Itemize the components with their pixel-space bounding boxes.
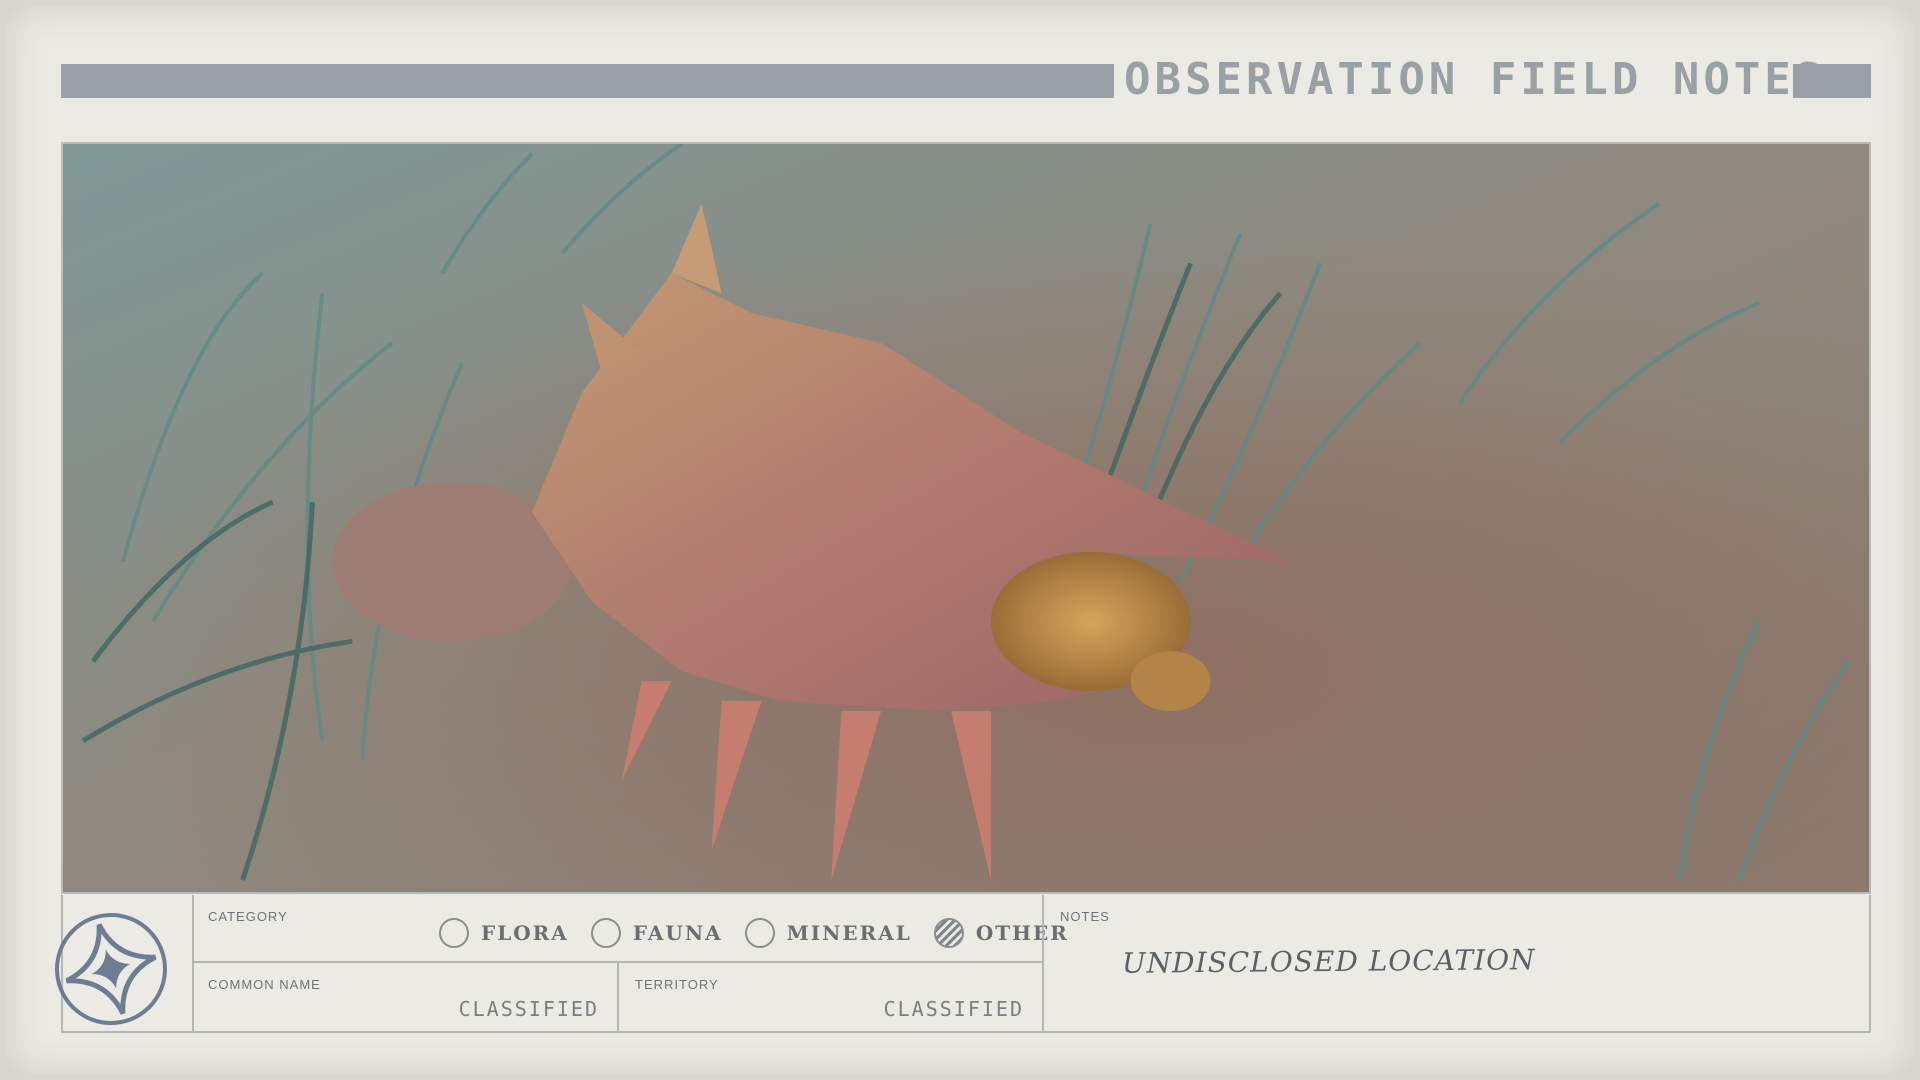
field-notes-card: OBSERVATION FIELD NOTES CATEGORY FLORA F… (0, 0, 1920, 1080)
category-option-label: FLORA (481, 921, 569, 945)
header-bar-right (1793, 64, 1871, 98)
creature-photo (61, 142, 1871, 894)
notes-label: NOTES (1060, 909, 1110, 924)
territory-cell: TERRITORY CLASSIFIED (619, 963, 1042, 1031)
radio-empty-icon[interactable] (439, 918, 469, 948)
category-option-label: FAUNA (632, 921, 723, 945)
common-name-cell: COMMON NAME CLASSIFIED (194, 963, 619, 1031)
category-option-label: MINERAL (786, 921, 912, 945)
category-option-fauna[interactable]: FAUNA (590, 918, 723, 948)
header-bar-left (61, 64, 1114, 98)
creature-photo-image (63, 144, 1869, 892)
territory-value: CLASSIFIED (883, 997, 1024, 1021)
category-cell: CATEGORY FLORA FAUNA MINERAL OTHER (194, 895, 1067, 963)
common-name-label: COMMON NAME (208, 977, 321, 992)
notes-cell: NOTES UNDISCLOSED LOCATION (1042, 895, 1871, 1031)
notes-value: UNDISCLOSED LOCATION (1121, 943, 1536, 980)
radio-empty-icon[interactable] (590, 918, 621, 948)
hatched-radio-icon[interactable] (933, 918, 964, 948)
four-point-star-emblem-icon (55, 913, 167, 1025)
category-option-flora[interactable]: FLORA (439, 918, 569, 948)
common-name-value: CLASSIFIED (458, 997, 599, 1021)
category-label: CATEGORY (208, 909, 288, 924)
page-title: OBSERVATION FIELD NOTES (1124, 54, 1826, 105)
logo-cell (55, 895, 194, 1031)
radio-empty-icon[interactable] (744, 918, 775, 948)
territory-label: TERRITORY (635, 977, 719, 992)
observation-form: CATEGORY FLORA FAUNA MINERAL OTHER COMMO… (55, 895, 1871, 1033)
category-options: FLORA FAUNA MINERAL OTHER (439, 917, 1091, 949)
category-option-mineral[interactable]: MINERAL (744, 918, 912, 948)
